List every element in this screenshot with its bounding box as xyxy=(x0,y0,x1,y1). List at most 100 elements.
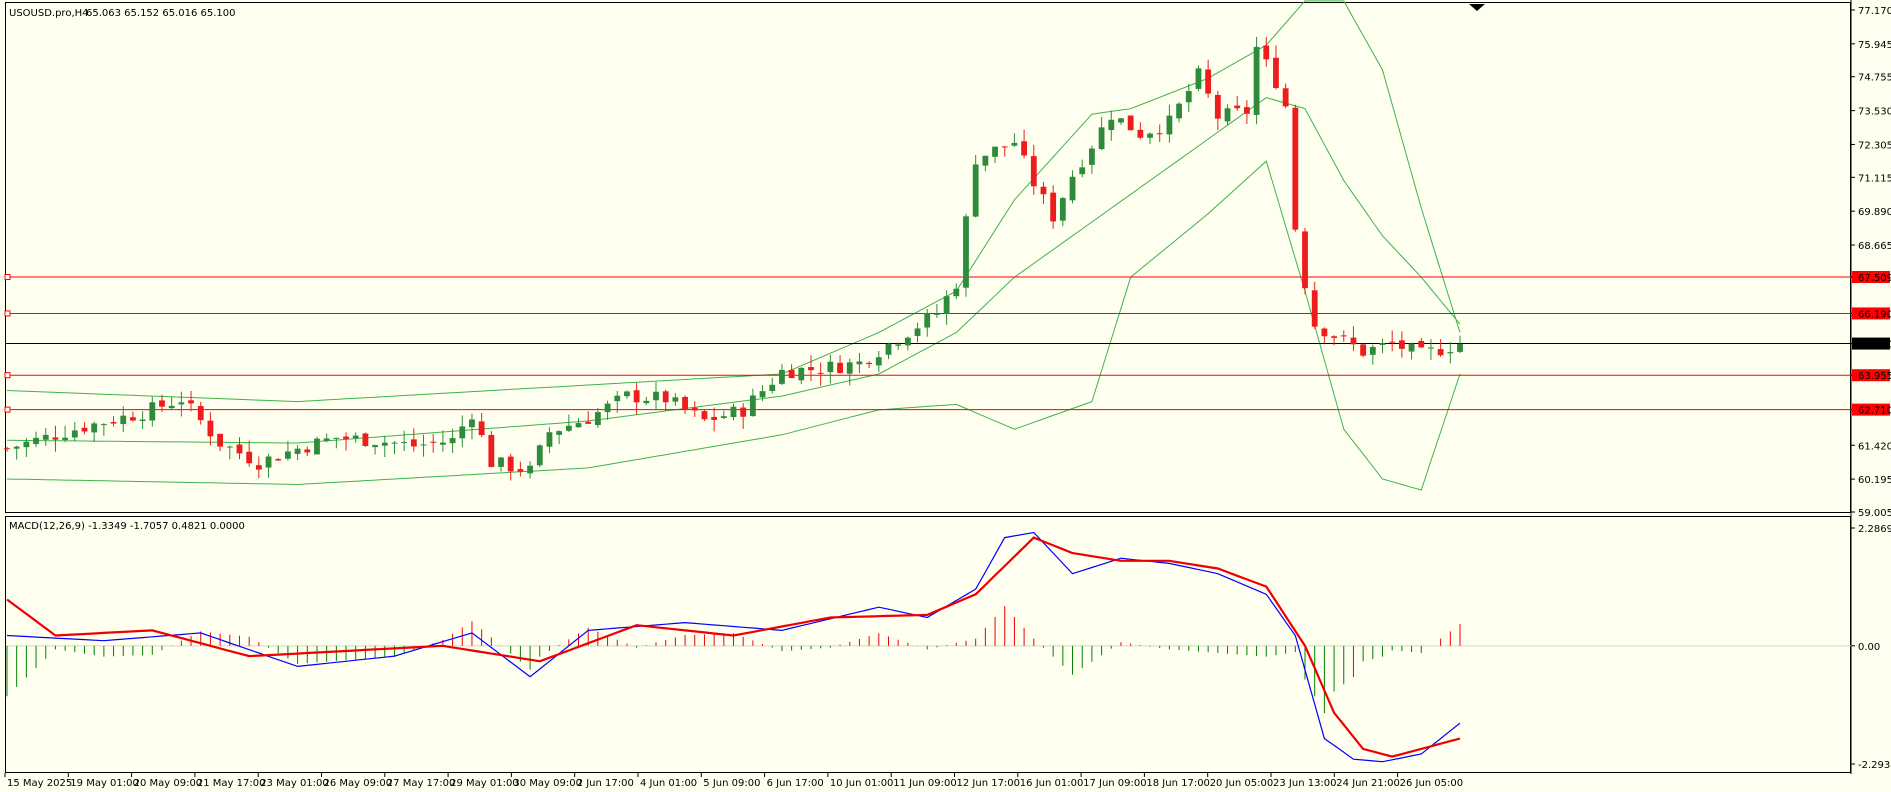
candle-body xyxy=(1369,347,1376,355)
candle-body xyxy=(1069,176,1076,201)
candle-body xyxy=(982,155,989,166)
time-tick-label: 15 May 2025 xyxy=(7,778,72,789)
level-anchor-handle[interactable] xyxy=(4,406,11,413)
time-tick-label: 4 Jun 01:00 xyxy=(640,778,697,789)
macd-title: MACD(12,26,9) -1.3349 -1.7057 0.4821 0.0… xyxy=(9,521,245,532)
time-tick-label: 26 Jun 05:00 xyxy=(1400,778,1464,789)
candle-body xyxy=(4,448,10,450)
candle-body xyxy=(1234,105,1241,109)
candle-body xyxy=(1185,91,1192,103)
candle-body xyxy=(323,438,330,441)
candle-body xyxy=(71,430,78,438)
candle-body xyxy=(924,313,931,328)
candle-body xyxy=(565,425,572,431)
level-anchor-handle[interactable] xyxy=(4,273,11,280)
chart-window[interactable]: 2.2869 0.00 -2.2938 77.170 75.945 74.755 73.5… xyxy=(0,0,1891,792)
candle-body xyxy=(275,459,282,461)
candle-body xyxy=(1040,186,1047,195)
horizontal-levels[interactable] xyxy=(4,273,1851,413)
candle-body xyxy=(33,437,39,445)
candle-body xyxy=(614,395,621,402)
candle-body xyxy=(711,416,718,421)
price-tick-label: 73.530 xyxy=(1858,107,1891,118)
candle-body xyxy=(197,406,204,421)
candle-body xyxy=(62,437,69,440)
candle-body xyxy=(178,402,185,405)
time-tick-label: 24 Jun 21:00 xyxy=(1336,778,1400,789)
candle-body xyxy=(1156,133,1163,135)
candle-body xyxy=(410,439,417,447)
chart-svg[interactable]: 2.2869 0.00 -2.2938 77.170 75.945 74.755 73.5… xyxy=(0,0,1891,792)
candle-body xyxy=(1350,337,1357,345)
candle-body xyxy=(246,451,253,464)
time-tick-label: 10 Jun 01:00 xyxy=(830,778,894,789)
candle-body xyxy=(217,433,224,447)
candle-body xyxy=(507,456,514,472)
candle-body xyxy=(23,441,30,448)
candle-body xyxy=(517,469,524,472)
candle-body xyxy=(662,391,669,403)
price-tick-label: 62.710 xyxy=(1858,406,1891,417)
candle-body xyxy=(139,419,146,421)
chart-shift-marker-icon[interactable] xyxy=(1469,4,1485,11)
candle-body xyxy=(604,403,611,413)
candle-body xyxy=(343,436,349,439)
candle-body xyxy=(188,400,194,404)
candle-body xyxy=(1437,349,1444,356)
candle-body xyxy=(1273,57,1279,88)
candle-body xyxy=(740,407,747,417)
candle-body xyxy=(401,441,408,443)
candle-body xyxy=(779,369,785,384)
candle-body xyxy=(1447,352,1454,354)
candle-body xyxy=(391,442,398,444)
candle-body xyxy=(1398,340,1405,349)
time-tick-label: 20 May 09:00 xyxy=(134,778,203,789)
price-tick-label: 75.945 xyxy=(1858,40,1891,51)
candle-body xyxy=(1098,127,1105,150)
candle-body xyxy=(352,435,359,439)
candle-body xyxy=(255,465,262,470)
candle-body xyxy=(691,407,698,411)
candle-body xyxy=(875,357,882,366)
candle-body xyxy=(585,421,592,424)
price-tick-label: 69.890 xyxy=(1858,207,1891,218)
macd-signal-line xyxy=(6,536,1461,758)
band-upper-line xyxy=(6,0,1461,403)
candle-body xyxy=(130,417,136,421)
candle-body xyxy=(459,426,466,439)
time-tick-label: 27 May 17:00 xyxy=(387,778,456,789)
candle-body xyxy=(81,427,88,432)
candle-body xyxy=(1176,103,1182,119)
candle-body xyxy=(527,465,533,474)
candle-body xyxy=(856,361,863,365)
candle-body xyxy=(100,424,107,426)
candle-body xyxy=(285,451,291,459)
price-tick-label: 67.509 xyxy=(1858,273,1891,284)
candle-body xyxy=(1418,340,1425,348)
time-tick-label: 17 Jun 09:00 xyxy=(1083,778,1147,789)
candlesticks xyxy=(4,36,1463,481)
level-anchor-handle[interactable] xyxy=(4,310,11,317)
candle-body xyxy=(314,438,320,455)
candle-body xyxy=(963,216,969,288)
candle-body xyxy=(1243,107,1250,114)
candle-body xyxy=(1457,343,1463,352)
candle-body xyxy=(159,400,165,407)
candle-body xyxy=(1195,68,1202,89)
candle-body xyxy=(469,419,475,428)
candle-body xyxy=(265,456,272,468)
candle-body xyxy=(1166,115,1173,135)
candle-body xyxy=(594,412,601,426)
level-anchor-handle[interactable] xyxy=(4,372,11,379)
time-axis: 15 May 202519 May 01:0020 May 09:0021 Ma… xyxy=(4,773,1464,789)
candle-body xyxy=(895,344,902,346)
candle-body xyxy=(1428,347,1434,349)
candle-body xyxy=(643,400,650,404)
time-tick-label: 23 Jun 13:00 xyxy=(1273,778,1337,789)
price-tick-label: 72.305 xyxy=(1858,140,1891,151)
time-tick-label: 12 Jun 17:00 xyxy=(957,778,1021,789)
candle-body xyxy=(720,416,727,419)
candle-body xyxy=(759,391,766,398)
candle-body xyxy=(846,362,853,374)
candle-body xyxy=(13,446,20,449)
